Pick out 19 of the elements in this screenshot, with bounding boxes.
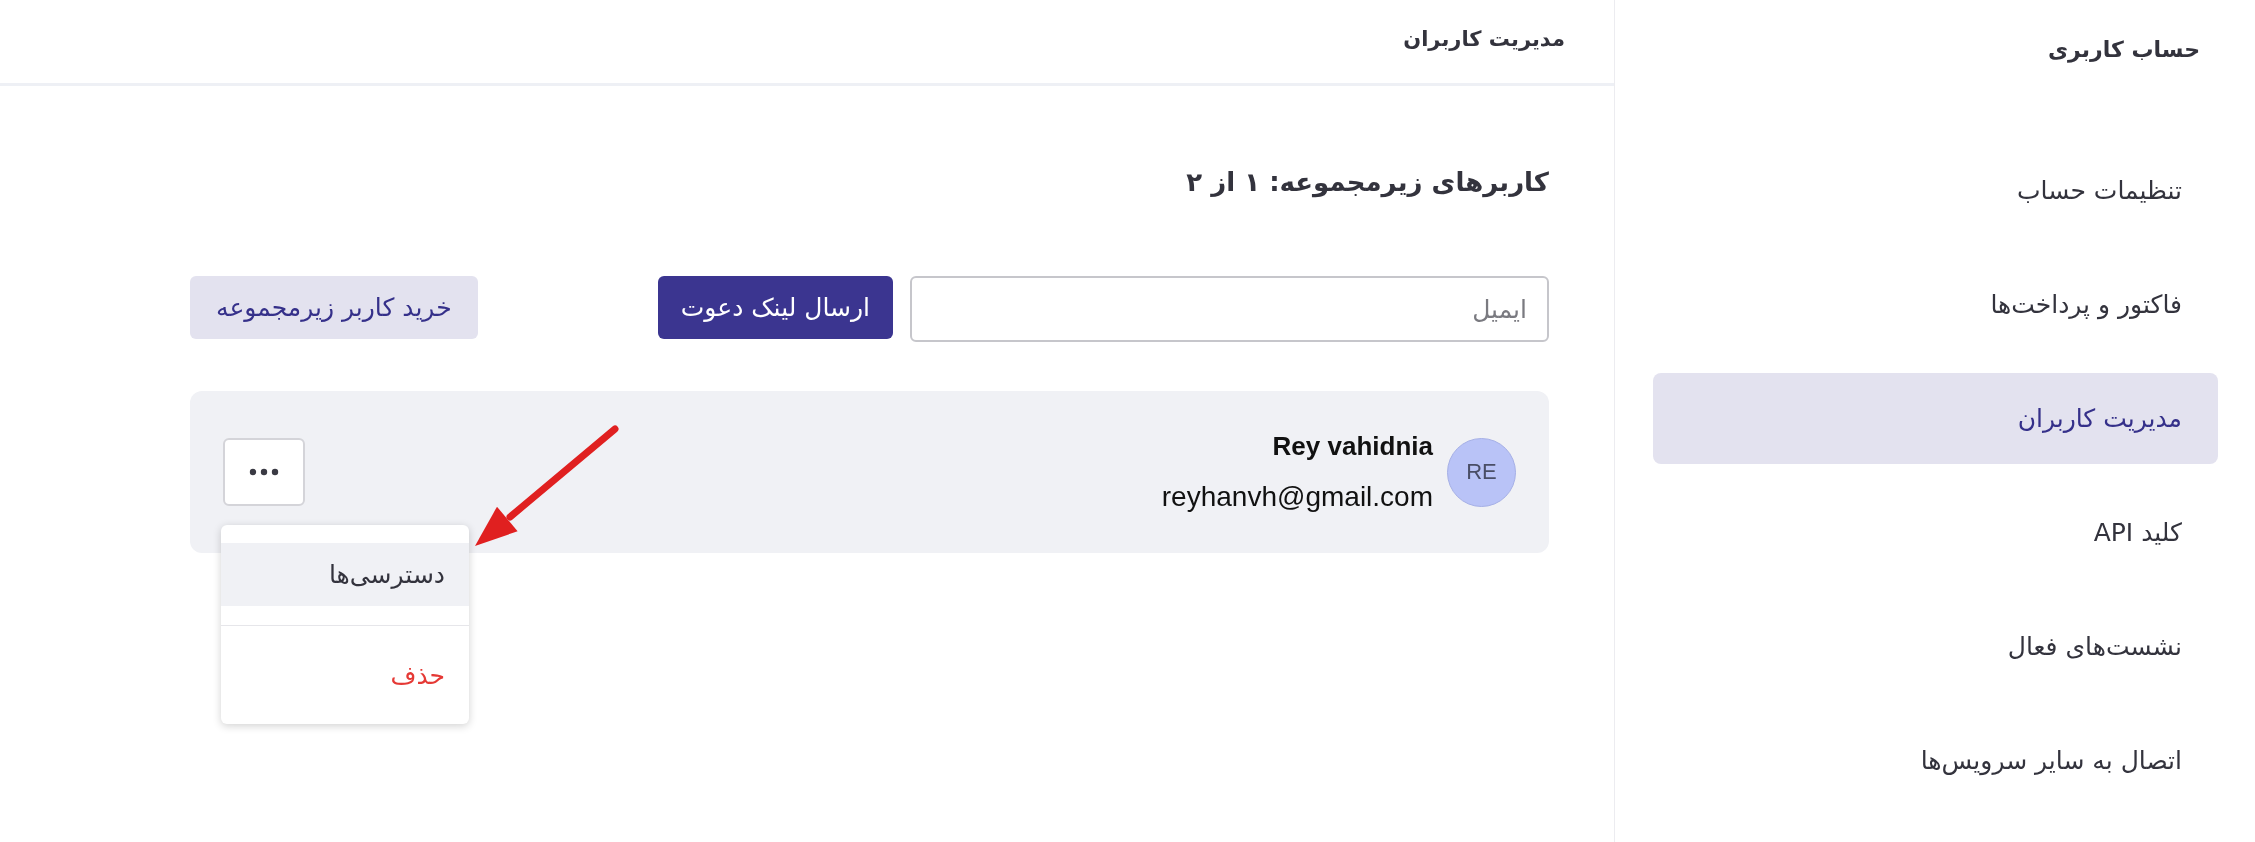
more-button[interactable] [223, 438, 305, 506]
page-title: مدیریت کاربران [1403, 26, 1565, 51]
send-invite-button[interactable]: ارسال لینک دعوت [657, 276, 893, 339]
sidebar-item[interactable]: نشست‌های فعال [1653, 601, 2218, 692]
user-email: reyhanvh@gmail.com [1161, 481, 1433, 513]
avatar: RE [1447, 437, 1516, 507]
sidebar-item[interactable]: کلید API [1653, 487, 2218, 578]
sidebar-item[interactable]: مدیریت کاربران [1653, 373, 2218, 464]
sidebar-item[interactable]: فاکتور و پرداخت‌ها [1653, 259, 2218, 350]
menu-item[interactable]: حذف [221, 626, 469, 724]
menu-item[interactable]: دسترسی‌ها [221, 543, 469, 606]
sidebar-title: حساب کاربری [2046, 36, 2201, 65]
buy-user-button[interactable]: خرید کاربر زیرمجموعه [190, 276, 478, 339]
ellipsis-icon [249, 468, 279, 476]
sidebar-item[interactable]: اتصال به سایر سرویس‌ها [1653, 715, 2218, 806]
email-field[interactable]: ایمیل [910, 276, 1549, 342]
user-name: Rey vahidnia [1271, 431, 1433, 461]
section-title: کاربرهای زیرمجموعه: ۱ از ۲ [1185, 166, 1549, 200]
sidebar-item[interactable]: تنظیمات حساب [1653, 145, 2218, 236]
